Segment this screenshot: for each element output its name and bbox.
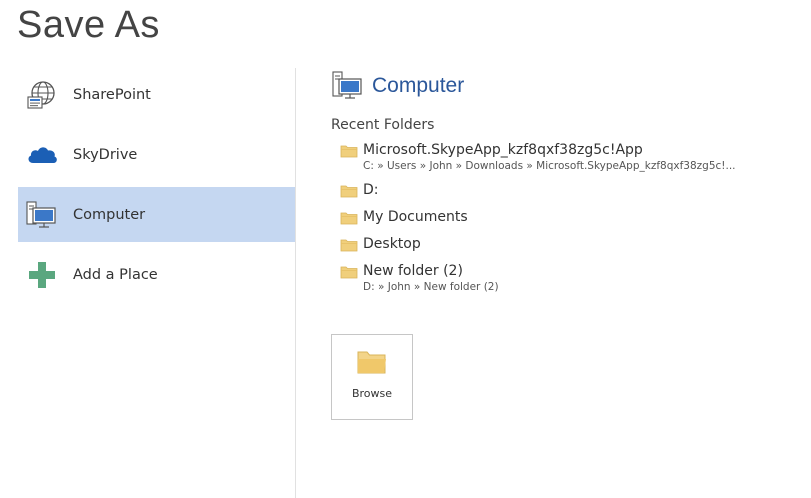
place-label-add-a-place: Add a Place	[73, 266, 158, 283]
recent-folder-item[interactable]: Microsoft.SkypeApp_kzf8qxf38zg5c!App C: …	[340, 140, 801, 173]
page-title: Save As	[17, 4, 160, 46]
place-label-computer: Computer	[73, 206, 146, 223]
computer-panel: Computer Recent Folders Microsoft.SkypeA…	[331, 68, 801, 301]
folder-name: Microsoft.SkypeApp_kzf8qxf38zg5c!App	[363, 142, 643, 158]
folder-icon	[340, 143, 358, 158]
folder-name: New folder (2)	[363, 263, 463, 279]
place-sharepoint[interactable]: SharePoint	[18, 67, 295, 122]
folder-icon	[340, 237, 358, 252]
recent-folders-list: Microsoft.SkypeApp_kzf8qxf38zg5c!App C: …	[340, 140, 801, 294]
folder-path: C: » Users » John » Downloads » Microsof…	[363, 160, 736, 172]
folder-path: D: » John » New folder (2)	[363, 281, 499, 293]
folder-name: My Documents	[363, 209, 468, 225]
computer-icon	[22, 195, 62, 235]
computer-panel-header: Computer	[331, 68, 801, 104]
recent-folder-item[interactable]: Desktop	[340, 234, 801, 254]
recent-folder-item[interactable]: New folder (2) D: » John » New folder (2…	[340, 261, 801, 294]
place-label-skydrive: SkyDrive	[73, 146, 138, 163]
folder-icon	[340, 264, 358, 279]
place-skydrive[interactable]: SkyDrive	[18, 127, 295, 182]
plus-icon	[22, 255, 62, 295]
computer-panel-title: Computer	[372, 74, 465, 97]
folder-icon	[340, 210, 358, 225]
recent-folders-label: Recent Folders	[331, 117, 435, 133]
skydrive-cloud-icon	[22, 135, 62, 175]
browse-button[interactable]: Browse	[331, 334, 413, 420]
folder-name: D:	[363, 182, 379, 198]
recent-folder-item[interactable]: My Documents	[340, 207, 801, 227]
folder-name: Desktop	[363, 236, 421, 252]
sharepoint-globe-icon	[22, 75, 62, 115]
browse-label: Browse	[351, 387, 393, 400]
place-add-a-place[interactable]: Add a Place	[18, 247, 295, 302]
panel-divider	[295, 68, 296, 498]
places-list: SharePoint SkyDrive Computer Add a Place	[18, 67, 295, 307]
folder-icon	[340, 183, 358, 198]
place-label-sharepoint: SharePoint	[73, 86, 151, 103]
computer-icon	[331, 70, 363, 102]
place-computer[interactable]: Computer	[18, 187, 295, 242]
folder-icon	[356, 349, 388, 375]
recent-folder-item[interactable]: D:	[340, 180, 801, 200]
